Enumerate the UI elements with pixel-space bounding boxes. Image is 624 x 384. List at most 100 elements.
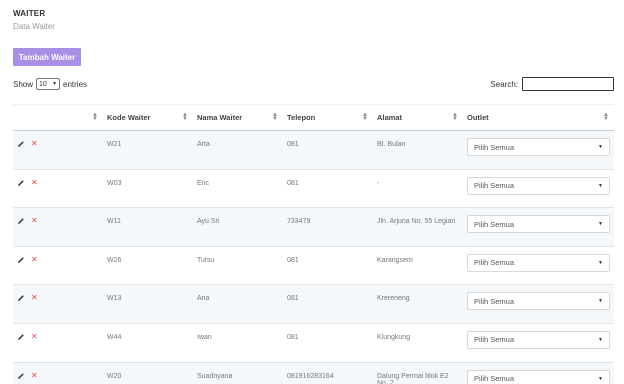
- column-header-nama[interactable]: Nama Waiter ▲ ▼: [193, 104, 283, 131]
- caret-down-icon: ▼: [598, 182, 603, 189]
- column-header-kode[interactable]: Kode Waiter ▲ ▼: [103, 104, 193, 131]
- row-actions: ✕: [13, 169, 103, 209]
- outlet-select-value: Pilih Semua: [474, 219, 515, 229]
- caret-down-icon: ▼: [52, 81, 58, 87]
- row-actions: ✕: [13, 362, 103, 384]
- length-control: Show 10 ▼ entries: [13, 78, 87, 90]
- row-actions: ✕: [13, 130, 103, 170]
- cell-nama: Arta: [193, 130, 283, 170]
- sort-icon: ▲ ▼: [362, 112, 368, 123]
- outlet-select[interactable]: Pilih Semua ▼: [467, 330, 610, 349]
- cell-telepon: 081916283164: [283, 362, 373, 384]
- table-header-row: ▲ ▼ Kode Waiter ▲ ▼ Nama Waiter ▲ ▼ Telepon ▲ ▼…: [13, 104, 614, 131]
- column-header-telepon[interactable]: Telepon ▲ ▼: [283, 104, 373, 131]
- cell-outlet: Pilih Semua ▼: [463, 246, 614, 286]
- cell-kode: W11: [103, 207, 193, 247]
- add-waiter-button[interactable]: Tambah Waiter: [13, 48, 81, 66]
- entries-value: 10: [39, 80, 47, 88]
- outlet-select-value: Pilih Semua: [474, 296, 515, 306]
- search-label: Search:: [490, 79, 518, 89]
- cell-kode: W26: [103, 246, 193, 286]
- cell-telepon: 733479: [283, 207, 373, 247]
- row-actions: ✕: [13, 207, 103, 247]
- row-actions: ✕: [13, 323, 103, 363]
- cell-alamat: Dalung Permai blok E2 No. 2: [373, 362, 463, 384]
- table-row: ✕ W26 Tutsu 081 Karangsem Pilih Semua ▼: [13, 246, 614, 286]
- outlet-select[interactable]: Pilih Semua ▼: [467, 292, 610, 311]
- page-subtitle: Data Waiter: [13, 22, 55, 31]
- pencil-icon[interactable]: [17, 294, 25, 302]
- table-row: ✕ W20 Suadnyana 081916283164 Dalung Permai b…: [13, 362, 614, 384]
- caret-down-icon: ▼: [598, 375, 603, 382]
- outlet-select[interactable]: Pilih Semua ▼: [467, 369, 610, 384]
- cell-kode: W03: [103, 169, 193, 209]
- close-icon[interactable]: ✕: [31, 255, 38, 264]
- cell-nama: Eric: [193, 169, 283, 209]
- outlet-select[interactable]: Pilih Semua ▼: [467, 138, 610, 156]
- close-icon[interactable]: ✕: [31, 332, 38, 341]
- search-input[interactable]: [522, 77, 614, 91]
- cell-kode: W21: [103, 130, 193, 170]
- sort-icon: ▲ ▼: [92, 112, 98, 123]
- cell-nama: Tutsu: [193, 246, 283, 286]
- cell-outlet: Pilih Semua ▼: [463, 284, 614, 324]
- entries-label: entries: [63, 79, 88, 89]
- cell-kode: W44: [103, 323, 193, 363]
- column-header-alamat[interactable]: Alamat ▲ ▼: [373, 104, 463, 131]
- close-icon[interactable]: ✕: [31, 217, 38, 225]
- cell-telepon: 081: [283, 246, 373, 286]
- cell-alamat: Klungkung: [373, 323, 463, 363]
- table-row: ✕ W21 Arta 081 Bt. Bulan Pilih Semua ▼: [13, 130, 614, 170]
- sort-icon: ▲ ▼: [452, 112, 458, 123]
- pencil-icon[interactable]: [17, 179, 25, 187]
- close-icon[interactable]: ✕: [31, 294, 38, 302]
- pencil-icon[interactable]: [17, 256, 25, 264]
- cell-outlet: Pilih Semua ▼: [463, 130, 614, 170]
- table-row: ✕ W13 Ana 081 Krereneng Pilih Semua ▼: [13, 284, 614, 324]
- cell-nama: Iwan: [193, 323, 283, 363]
- table-row: ✕ W11 Ayu Sri 733479 Jln. Arjuna No. 55 Legi…: [13, 207, 614, 247]
- cell-outlet: Pilih Semua ▼: [463, 323, 614, 363]
- column-header-outlet[interactable]: Outlet ▲ ▼: [463, 104, 614, 131]
- sort-icon: ▲ ▼: [603, 112, 609, 123]
- outlet-select-value: Pilih Semua: [474, 335, 515, 345]
- search-control: Search:: [490, 77, 614, 91]
- cell-nama: Suadnyana: [193, 362, 283, 384]
- close-icon[interactable]: ✕: [31, 371, 38, 380]
- caret-down-icon: ▼: [598, 298, 603, 305]
- outlet-select[interactable]: Pilih Semua ▼: [467, 253, 610, 272]
- outlet-select-value: Pilih Semua: [474, 142, 515, 152]
- pencil-icon[interactable]: [17, 140, 25, 148]
- sort-icon: ▲ ▼: [182, 112, 188, 123]
- cell-outlet: Pilih Semua ▼: [463, 207, 614, 247]
- close-icon[interactable]: ✕: [31, 178, 38, 187]
- cell-alamat: -: [373, 169, 463, 209]
- cell-nama: Ana: [193, 284, 283, 324]
- cell-nama: Ayu Sri: [193, 207, 283, 247]
- cell-alamat: Krereneng: [373, 284, 463, 324]
- entries-select[interactable]: 10 ▼: [36, 78, 61, 90]
- pencil-icon[interactable]: [17, 372, 25, 380]
- table-row: ✕ W44 Iwan 081 Klungkung Pilih Semua ▼: [13, 323, 614, 363]
- close-icon[interactable]: ✕: [31, 140, 38, 148]
- cell-alamat: Jln. Arjuna No. 55 Legian: [373, 207, 463, 247]
- column-header-actions[interactable]: ▲ ▼: [13, 104, 103, 131]
- outlet-select-value: Pilih Semua: [474, 374, 515, 384]
- pencil-icon[interactable]: [17, 333, 25, 341]
- cell-kode: W20: [103, 362, 193, 384]
- table-row: ✕ W03 Eric 081- Pilih Semua ▼: [13, 169, 614, 209]
- outlet-select[interactable]: Pilih Semua ▼: [467, 176, 610, 195]
- cell-telepon: 081: [283, 323, 373, 363]
- cell-telepon: 081: [283, 284, 373, 324]
- pencil-icon[interactable]: [17, 217, 25, 225]
- outlet-select[interactable]: Pilih Semua ▼: [467, 215, 610, 234]
- cell-telepon: 081: [283, 169, 373, 209]
- caret-down-icon: ▼: [598, 336, 603, 343]
- cell-outlet: Pilih Semua ▼: [463, 169, 614, 209]
- outlet-select-value: Pilih Semua: [474, 258, 515, 268]
- outlet-select-value: Pilih Semua: [474, 181, 515, 191]
- row-actions: ✕: [13, 284, 103, 324]
- caret-down-icon: ▼: [598, 259, 603, 266]
- cell-alamat: Karangsem: [373, 246, 463, 286]
- cell-alamat: Bt. Bulan: [373, 130, 463, 170]
